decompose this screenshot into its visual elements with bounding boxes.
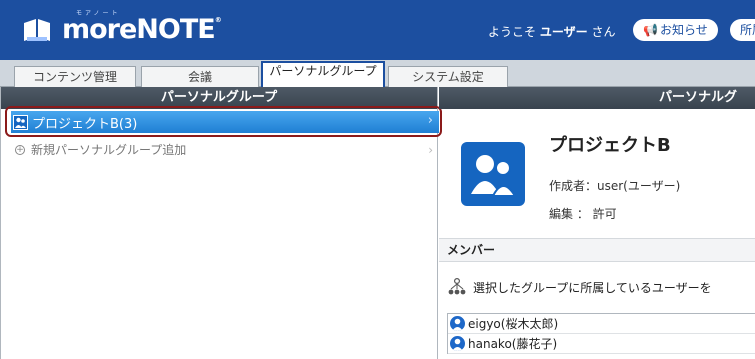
member-list: eigyo(桜木太郎) hanako(藤花子)	[447, 313, 755, 354]
logo-registered-mark: ®	[214, 16, 222, 24]
group-edit-permission: 編集 ： 許可	[549, 207, 617, 221]
app-logo[interactable]: モアノート moreNOTE ®	[22, 10, 222, 45]
member-row[interactable]: hanako(藤花子)	[448, 334, 755, 354]
tab-content-management[interactable]: コンテンツ管理	[14, 66, 136, 87]
add-group-label: 新規パーソナルグループ追加	[31, 143, 187, 157]
group-creator: 作成者：user(ユーザー)	[549, 179, 681, 193]
welcome-prefix: ようこそ	[488, 25, 537, 39]
megaphone-icon: 📢	[643, 23, 658, 37]
org-members-icon	[448, 277, 466, 295]
group-large-icon	[461, 142, 525, 206]
selection-highlight	[5, 106, 442, 137]
group-detail-panel: パーソナルグ プロジェクトB 作成者：user(ユーザー) 編集 ： 許可 メン…	[439, 87, 755, 359]
app-header: モアノート moreNOTE ® ようこそ ユーザー さん 📢お知らせ 所属	[0, 0, 755, 60]
user-avatar-icon	[450, 336, 465, 351]
belong-button[interactable]: 所属	[730, 19, 755, 41]
plus-circle-icon: +	[15, 144, 25, 155]
members-heading: メンバー	[439, 238, 755, 262]
welcome-suffix: さん	[591, 25, 616, 39]
members-hint: 選択したグループに所属しているユーザーを	[447, 277, 712, 297]
chevron-right-icon: ›	[428, 142, 433, 157]
belong-label: 所属	[740, 23, 755, 37]
notice-label: お知らせ	[659, 23, 708, 37]
user-avatar-icon	[450, 316, 465, 331]
members-hint-text: 選択したグループに所属しているユーザーを	[473, 280, 712, 295]
member-name: hanako(藤花子)	[468, 337, 558, 351]
member-name: eigyo(桜木太郎)	[468, 317, 559, 331]
logo-text: moreNOTE	[62, 14, 216, 45]
group-detail-heading: パーソナルグ	[439, 87, 755, 109]
user-name: ユーザー	[539, 25, 588, 39]
tab-system-settings[interactable]: システム設定	[388, 66, 508, 87]
welcome-message: ようこそ ユーザー さん	[488, 23, 615, 40]
logo-ruby: モアノート	[76, 10, 121, 17]
add-personal-group-item[interactable]: + 新規パーソナルグループ追加 ›	[15, 141, 439, 158]
logo-wordmark: モアノート moreNOTE ®	[62, 10, 222, 45]
book-logo-icon	[24, 18, 50, 41]
main-tab-bar: コンテンツ管理 会議 パーソナルグループ システム設定	[0, 60, 755, 88]
tab-personal-group[interactable]: パーソナルグループ	[261, 61, 385, 88]
member-row[interactable]: eigyo(桜木太郎)	[448, 314, 755, 334]
notice-button[interactable]: 📢 お知らせ	[633, 19, 718, 41]
tab-meeting[interactable]: 会議	[141, 66, 259, 87]
group-title: プロジェクトB	[549, 135, 671, 156]
